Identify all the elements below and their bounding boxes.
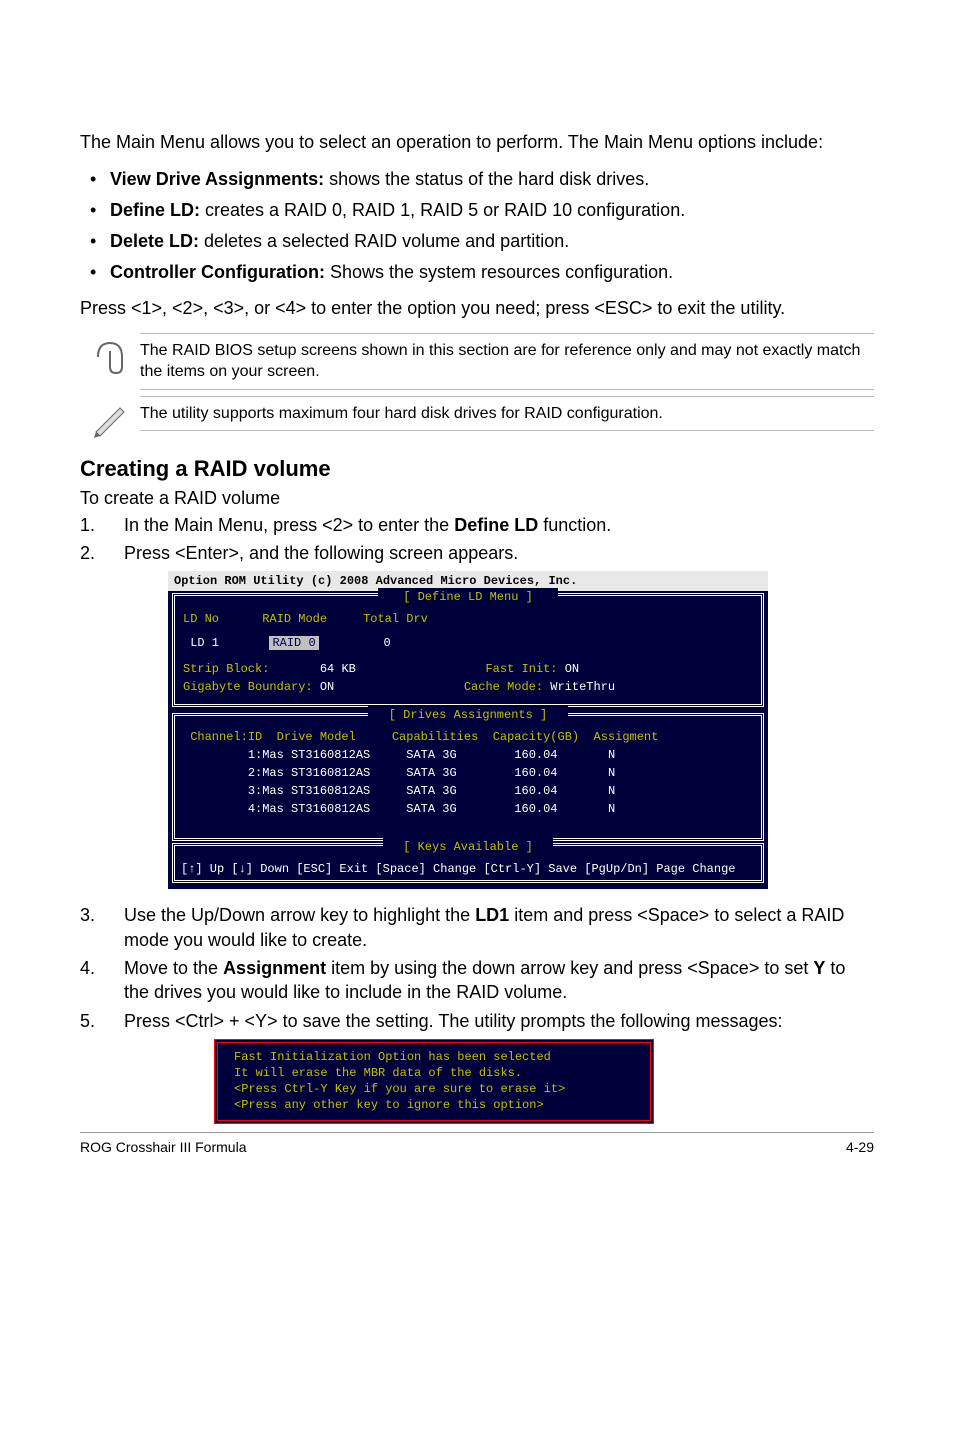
bios-tab-keys: [ Keys Available ] — [383, 838, 553, 856]
step-2: Press <Enter>, and the following screen … — [80, 541, 874, 889]
feature-list: View Drive Assignments: shows the status… — [80, 166, 874, 286]
step-3: Use the Up/Down arrow key to highlight t… — [80, 903, 874, 952]
bios-tab-drives: [ Drives Assignments ] — [368, 706, 568, 724]
section-subline: To create a RAID volume — [80, 488, 874, 509]
pen-icon — [80, 396, 140, 438]
note-text: The utility supports maximum four hard d… — [140, 396, 874, 432]
bios-keys-line: [↑] Up [↓] Down [ESC] Exit [Space] Chang… — [181, 860, 755, 878]
step-1: In the Main Menu, press <2> to enter the… — [80, 513, 874, 537]
footer-right: 4-29 — [846, 1139, 874, 1155]
note-text: The RAID BIOS setup screens shown in thi… — [140, 333, 874, 390]
bios-tab-define-ld: [ Define LD Menu ] — [378, 588, 558, 606]
list-item: Controller Configuration: Shows the syst… — [110, 259, 874, 286]
list-item: View Drive Assignments: shows the status… — [110, 166, 874, 193]
press-instruction: Press <1>, <2>, <3>, or <4> to enter the… — [80, 296, 874, 320]
bios-dialog: Fast Initialization Option has been sele… — [214, 1039, 654, 1124]
step-4: Move to the Assignment item by using the… — [80, 956, 874, 1005]
list-item: Delete LD: deletes a selected RAID volum… — [110, 228, 874, 255]
bios-screenshot: Option ROM Utility (c) 2008 Advanced Mic… — [168, 571, 768, 889]
intro-text: The Main Menu allows you to select an op… — [80, 130, 874, 154]
footer-left: ROG Crosshair III Formula — [80, 1139, 246, 1155]
step-5: Press <Ctrl> + <Y> to save the setting. … — [80, 1009, 874, 1124]
section-heading: Creating a RAID volume — [80, 456, 874, 482]
list-item: Define LD: creates a RAID 0, RAID 1, RAI… — [110, 197, 874, 224]
paperclip-icon — [80, 333, 140, 375]
